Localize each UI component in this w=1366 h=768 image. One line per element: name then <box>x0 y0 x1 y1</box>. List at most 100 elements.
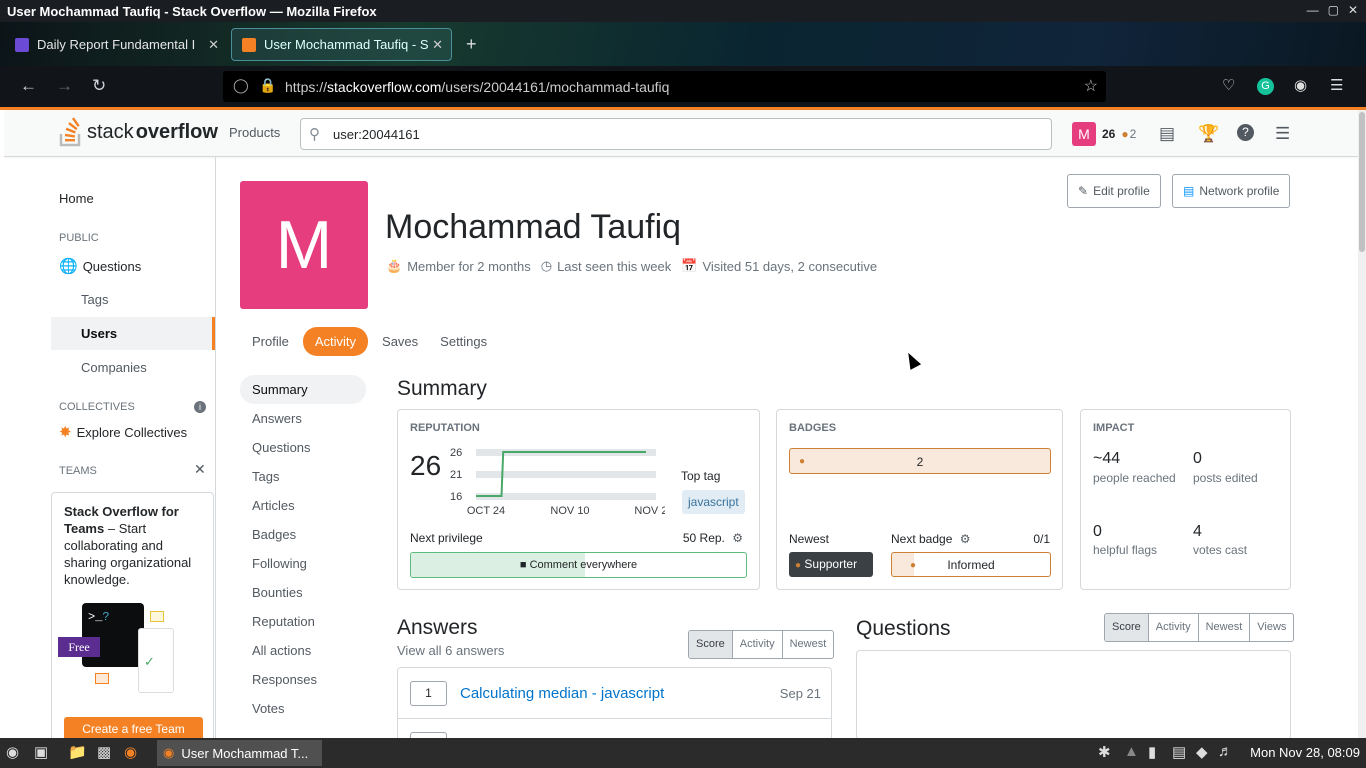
search-value: user:20044161 <box>333 127 420 142</box>
reload-icon[interactable]: ↻ <box>92 76 106 96</box>
lock-icon[interactable]: 🔒 <box>259 77 276 94</box>
terminal-icon[interactable]: ▩ <box>97 743 111 761</box>
help-icon[interactable]: ? <box>1237 124 1254 141</box>
subnav-bounties[interactable]: Bounties <box>240 578 366 607</box>
search-input[interactable]: ⚲ user:20044161 <box>300 118 1052 150</box>
achievements-trophy-icon[interactable]: 🏆 <box>1198 124 1219 144</box>
activity-subnav: Summary Answers Questions Tags Articles … <box>240 375 366 723</box>
tab-profile[interactable]: Profile <box>244 327 297 356</box>
stackoverflow-logo[interactable]: stack overflow <box>59 117 218 147</box>
maximize-icon[interactable]: ▢ <box>1328 3 1339 17</box>
sidebar-item-companies[interactable]: Companies <box>81 360 147 375</box>
filter-activity[interactable]: Activity <box>733 631 783 658</box>
network-profile-button[interactable]: ▤ Network profile <box>1172 174 1291 208</box>
profile-avatar[interactable]: M <box>240 181 368 309</box>
tab-user-profile[interactable]: User Mochammad Taufiq - S ✕ <box>231 28 452 61</box>
network-icon[interactable]: ▲ <box>1124 743 1139 760</box>
privilege-progress[interactable]: ■ Comment everywhere <box>410 552 747 578</box>
sidebar-item-tags[interactable]: Tags <box>81 292 108 307</box>
bronze-badges[interactable]: ● 2 <box>789 448 1051 474</box>
filter-newest[interactable]: Newest <box>783 631 834 658</box>
url-bar[interactable]: ◯ 🔒 https://stackoverflow.com/users/2004… <box>223 71 1106 102</box>
forward-icon[interactable]: → <box>56 76 73 96</box>
clock[interactable]: Mon Nov 28, 08:09 <box>1250 745 1360 760</box>
tab-label: Daily Report Fundamental I <box>37 37 196 52</box>
filter-newest[interactable]: Newest <box>1199 614 1251 641</box>
edit-profile-button[interactable]: ✎ Edit profile <box>1067 174 1161 208</box>
subnav-votes[interactable]: Votes <box>240 694 366 723</box>
chart-gridband <box>476 493 656 500</box>
back-icon[interactable]: ← <box>20 76 37 96</box>
close-icon[interactable]: ✕ <box>194 461 206 478</box>
view-all-answers-link[interactable]: View all 6 answers <box>397 643 504 658</box>
products-link[interactable]: Products <box>229 125 280 140</box>
close-window-icon[interactable]: ✕ <box>1348 3 1358 17</box>
taskbar-firefox-window[interactable]: ◉ User Mochammad T... <box>157 740 322 766</box>
filter-score[interactable]: Score <box>689 631 733 658</box>
newest-badge[interactable]: ● Supporter <box>789 552 873 577</box>
avatar: M <box>1072 122 1096 146</box>
new-tab-icon[interactable]: + <box>466 34 477 55</box>
bronze-badge-icon: ● <box>799 456 806 467</box>
battery-icon[interactable]: ▮ <box>1148 743 1156 761</box>
tab-settings[interactable]: Settings <box>432 327 495 356</box>
next-badge[interactable]: ● Informed <box>891 552 1051 577</box>
menu-icon[interactable]: ☰ <box>1330 76 1343 94</box>
next-badge-name: Informed <box>947 558 995 572</box>
subnav-questions[interactable]: Questions <box>240 433 366 462</box>
sidebar-item-explore-collectives[interactable]: ✸ Explore Collectives <box>59 423 187 441</box>
subnav-reputation[interactable]: Reputation <box>240 607 366 636</box>
shield-icon[interactable]: ◆ <box>1196 743 1208 761</box>
volume-icon[interactable]: ♬ <box>1218 743 1233 760</box>
subnav-tags[interactable]: Tags <box>240 462 366 491</box>
posts-edited-label: posts edited <box>1193 471 1258 485</box>
page-scrollbar[interactable] <box>1358 110 1366 738</box>
info-icon[interactable]: i <box>194 401 206 413</box>
start-menu-icon[interactable]: ◉ <box>6 743 19 761</box>
subnav-responses[interactable]: Responses <box>240 665 366 694</box>
user-chip[interactable]: M 26 ● 2 <box>1072 122 1136 146</box>
pocket-icon[interactable]: ♡ <box>1222 76 1235 94</box>
files-icon[interactable]: 📁 <box>68 743 87 761</box>
tab-saves[interactable]: Saves <box>374 327 426 356</box>
site-switcher-icon[interactable]: ☰ <box>1275 124 1290 144</box>
filter-views[interactable]: Views <box>1250 614 1293 641</box>
subnav-summary[interactable]: Summary <box>240 375 366 404</box>
scrollbar-thumb[interactable] <box>1359 112 1365 252</box>
gear-icon[interactable]: ⚙ <box>960 532 971 546</box>
clipboard-icon[interactable]: ▤ <box>1172 743 1186 761</box>
extension-icon[interactable]: ◉ <box>1294 76 1307 94</box>
create-free-team-button[interactable]: Create a free Team <box>64 717 203 738</box>
close-tab-icon[interactable]: ✕ <box>208 37 219 53</box>
bookmark-star-icon[interactable]: ☆ <box>1084 76 1098 96</box>
sidebar-item-users[interactable]: Users <box>51 317 215 350</box>
subnav-following[interactable]: Following <box>240 549 366 578</box>
filter-score[interactable]: Score <box>1105 614 1149 641</box>
grammarly-icon[interactable]: G <box>1257 78 1274 95</box>
close-tab-icon[interactable]: ✕ <box>432 37 443 53</box>
subnav-articles[interactable]: Articles <box>240 491 366 520</box>
firefox-icon: ◉ <box>163 745 175 760</box>
subnav-badges[interactable]: Badges <box>240 520 366 549</box>
firefox-icon[interactable]: ◉ <box>124 743 137 761</box>
subnav-all-actions[interactable]: All actions <box>240 636 366 665</box>
top-tag[interactable]: javascript <box>682 490 745 514</box>
tab-daily-report[interactable]: Daily Report Fundamental I ✕ <box>5 28 227 61</box>
stackexchange-icon: ▤ <box>1183 184 1195 198</box>
next-privilege-rep-text: 50 Rep. <box>682 531 725 545</box>
shield-icon[interactable]: ◯ <box>233 77 249 94</box>
show-desktop-icon[interactable]: ▣ <box>34 743 48 761</box>
sidebar-item-home[interactable]: Home <box>59 191 94 206</box>
subnav-answers[interactable]: Answers <box>240 404 366 433</box>
inbox-icon[interactable]: ▤ <box>1159 124 1175 144</box>
answer-title-link[interactable]: Calculating median - javascript <box>460 685 664 702</box>
helpful-flags-value: 0 <box>1093 523 1102 540</box>
bluetooth-icon[interactable]: ✱ <box>1098 743 1111 761</box>
sidebar-item-questions[interactable]: 🌐 Questions <box>59 257 141 275</box>
filter-activity[interactable]: Activity <box>1149 614 1199 641</box>
gear-icon[interactable]: ⚙ <box>732 531 743 545</box>
visited-text: Visited 51 days, 2 consecutive <box>702 258 878 274</box>
votes-cast-label: votes cast <box>1193 543 1248 557</box>
tab-activity[interactable]: Activity <box>302 327 369 356</box>
minimize-icon[interactable]: — <box>1307 3 1319 17</box>
